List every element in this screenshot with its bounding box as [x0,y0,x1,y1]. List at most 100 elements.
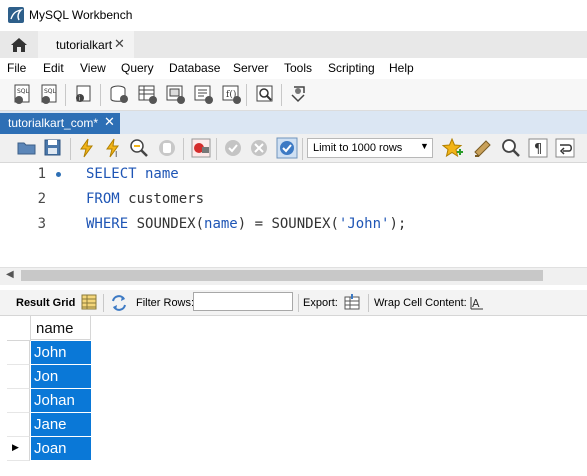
new-sql-tab-icon[interactable]: SQL [12,83,34,105]
editor-tab-label: tutorialkart_com* [8,116,99,130]
wrap-lines-icon[interactable] [554,137,576,159]
menu-help[interactable]: Help [389,61,414,75]
line-number: 1 [37,166,46,182]
identifier: customers [119,191,205,207]
connection-tab-close-icon[interactable]: ✕ [114,36,125,52]
toolbar-separator [281,84,282,106]
keyword-select: SELECT [86,166,137,182]
code-line-1: SELECT name [86,166,179,182]
table-cell[interactable]: Jane [31,413,91,437]
mysql-workbench-icon [8,7,24,23]
table-cell[interactable]: Johan [31,389,91,413]
menu-scripting[interactable]: Scripting [328,61,375,75]
code-line-3: WHERE SOUNDEX(name) = SOUNDEX('John'); [86,216,406,232]
toolbar-separator [70,138,71,160]
code-punctuation: ); [389,216,407,232]
create-view-icon[interactable] [164,83,186,105]
home-icon [11,37,27,52]
row-header[interactable] [7,389,30,413]
current-row-arrow-icon: ▶ [12,442,19,452]
identifier: name [204,216,238,232]
explain-icon[interactable] [128,137,150,159]
row-header[interactable]: ▶ [7,437,30,461]
search-table-data-icon[interactable] [254,83,276,105]
open-folder-icon[interactable] [16,137,38,159]
line-number: 3 [37,216,46,232]
line-number: 2 [37,191,46,207]
dropdown-arrow-icon: ▼ [420,141,429,151]
reconnect-icon[interactable] [288,83,310,105]
editor-tab-close-icon[interactable]: ✕ [104,114,115,130]
grid-icon[interactable] [80,293,98,311]
stop-icon[interactable] [156,137,178,159]
export-label: Export: [303,297,338,309]
toolbar-separator [368,294,369,312]
filter-rows-input[interactable] [193,292,293,311]
table-cell[interactable]: John [31,341,91,365]
grid-corner-header[interactable] [7,316,31,341]
row-header[interactable] [7,341,30,365]
open-sql-script-icon[interactable]: SQL [39,83,61,105]
toolbar-separator [100,84,101,106]
inspector-icon[interactable]: i [72,83,94,105]
string-literal: 'John' [338,216,390,232]
toolbar-separator [216,138,217,160]
svg-text:SQL: SQL [17,88,30,95]
beautify-icon[interactable] [472,137,494,159]
autocommit-toggle-icon[interactable] [276,137,298,159]
invisible-chars-icon[interactable]: ¶ [527,137,549,159]
menu-edit[interactable]: Edit [43,61,64,75]
menu-database[interactable]: Database [169,61,220,75]
home-button[interactable] [0,31,38,58]
wrap-cell-icon[interactable]: A [470,295,484,311]
svg-text:¶: ¶ [534,142,542,157]
scroll-left-icon[interactable]: ◀ [6,269,14,280]
execute-current-statement-icon[interactable]: I [102,137,124,159]
function-call: SOUNDEX( [128,216,205,232]
commit-icon[interactable] [222,137,244,159]
export-icon[interactable] [343,293,361,311]
toolbar-separator [65,84,66,106]
toolbar-separator [103,294,104,312]
menu-tools[interactable]: Tools [284,61,312,75]
menu-file[interactable]: File [7,61,26,75]
connection-tab-label: tutorialkart [56,38,113,52]
current-line-marker-icon [56,172,61,177]
table-cell[interactable]: Jon [31,365,91,389]
result-grid-tab[interactable]: Result Grid [16,297,75,309]
filter-rows-label: Filter Rows: [136,297,195,309]
identifier: name [136,166,179,182]
code-line-2: FROM customers [86,191,204,207]
create-function-icon[interactable]: f() [220,83,242,105]
menu-server[interactable]: Server [233,61,268,75]
execute-icon[interactable] [76,137,98,159]
save-icon[interactable] [42,137,64,159]
toolbar-separator [183,138,184,160]
svg-text:A: A [472,297,480,310]
scrollbar-thumb[interactable] [21,270,543,281]
limit-rows-value: Limit to 1000 rows [313,142,403,154]
table-cell[interactable]: Joan [31,437,91,461]
create-procedure-icon[interactable] [192,83,214,105]
find-icon[interactable] [500,137,522,159]
row-header[interactable] [7,365,30,389]
svg-text:I: I [115,150,117,159]
window-title: MySQL Workbench [29,8,133,22]
stop-on-error-icon[interactable] [190,137,212,159]
rollback-icon[interactable] [248,137,270,159]
keyword-where: WHERE [86,216,129,232]
refresh-icon[interactable] [110,294,128,312]
toolbar-separator [302,138,303,160]
create-table-icon[interactable] [136,83,158,105]
function-call: ) = SOUNDEX( [237,216,339,232]
create-schema-icon[interactable] [108,83,130,105]
menu-query[interactable]: Query [121,61,154,75]
svg-text:SQL: SQL [44,88,57,95]
toolbar-separator [246,84,247,106]
column-header-label: name [36,320,74,337]
toolbar-separator [298,294,299,312]
add-snippet-icon[interactable] [442,137,464,159]
menu-view[interactable]: View [80,61,106,75]
wrap-cell-content-label: Wrap Cell Content: [374,297,467,309]
row-header[interactable] [7,413,30,437]
